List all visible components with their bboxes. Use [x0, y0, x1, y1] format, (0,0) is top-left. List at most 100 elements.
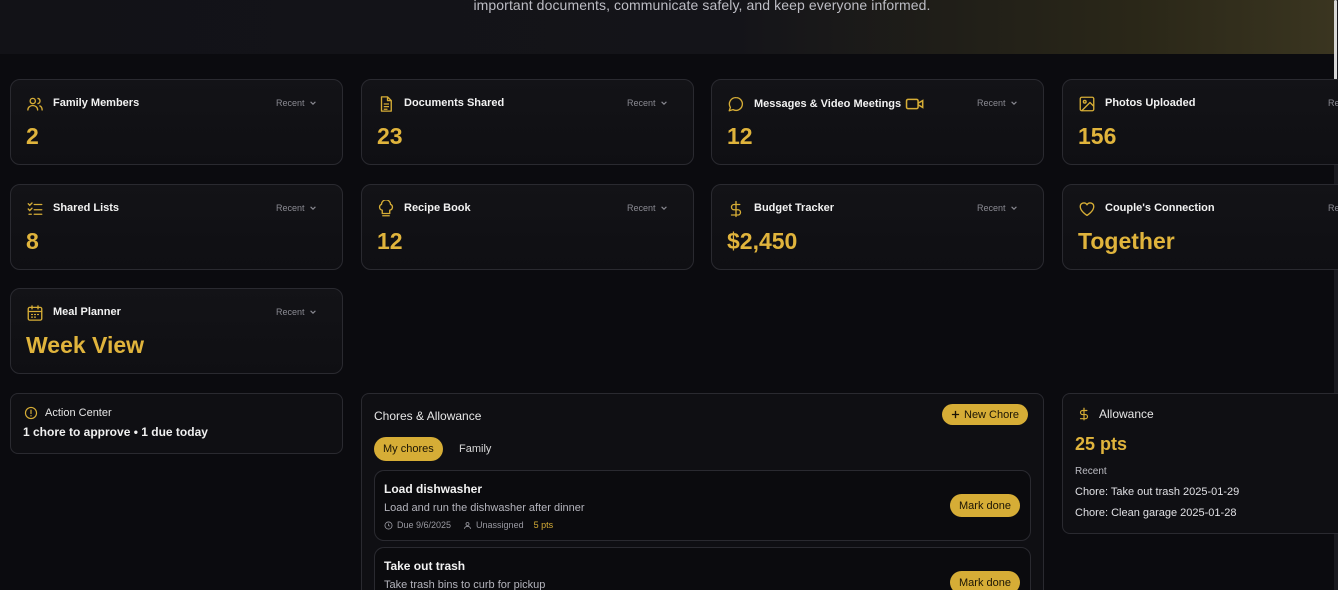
chevron-down-icon — [309, 99, 317, 107]
stat-value: 12 — [727, 123, 753, 149]
action-center-header: Action Center — [24, 406, 112, 420]
stat-value: 2 — [26, 123, 39, 149]
chevron-down-icon — [660, 204, 668, 212]
heart-icon — [1078, 200, 1096, 218]
recent-label: Recent — [1328, 203, 1338, 213]
stat-title: Shared Lists — [53, 202, 120, 214]
stat-card-budget-tracker[interactable]: Budget Tracker Recent $2,450 — [711, 184, 1044, 270]
allowance-panel: Allowance 25 pts Recent Chore: Take out … — [1062, 393, 1338, 534]
chore-assignee: Unassigned — [476, 520, 524, 530]
recent-label: Recent — [627, 98, 656, 108]
mark-done-button[interactable]: Mark done — [950, 494, 1020, 517]
recent-label: Recent — [276, 307, 305, 317]
hero-banner: important documents, communicate safely,… — [0, 0, 1334, 54]
recent-dropdown[interactable]: Recent — [977, 203, 1018, 213]
recent-dropdown[interactable]: Recent — [977, 98, 1018, 108]
chevron-down-icon — [1010, 99, 1018, 107]
stat-title: Family Members — [53, 97, 140, 109]
chore-description: Load and run the dishwasher after dinner — [384, 502, 585, 514]
allowance-entry: Chore: Clean garage 2025-01-28 — [1075, 507, 1237, 519]
chore-points: 5 pts — [533, 520, 554, 530]
recent-dropdown[interactable]: Recent — [627, 203, 668, 213]
chevron-down-icon — [1010, 204, 1018, 212]
plus-icon — [951, 410, 960, 419]
recent-dropdown[interactable]: Recent — [276, 203, 317, 213]
stat-card-meal-planner[interactable]: Meal Planner Recent Week View — [10, 288, 343, 374]
chore-item[interactable]: Take out trash Take trash bins to curb f… — [374, 547, 1031, 590]
image-icon — [1078, 95, 1096, 113]
chores-panel: Chores & Allowance New Chore My chores F… — [361, 393, 1044, 590]
stat-title-text: Messages & Video Meetings — [754, 98, 902, 110]
allowance-recent-label: Recent — [1075, 466, 1107, 477]
clock-icon — [384, 521, 393, 530]
action-center-summary: 1 chore to approve • 1 due today — [23, 425, 208, 439]
stat-value: 156 — [1078, 123, 1117, 149]
allowance-title: Allowance — [1099, 407, 1154, 421]
users-icon — [26, 95, 44, 113]
recent-label: Recent — [977, 203, 1006, 213]
stat-value: Together — [1078, 228, 1175, 254]
chores-title: Chores & Allowance — [374, 409, 482, 423]
recent-label: Recent — [276, 98, 305, 108]
stat-value: 8 — [26, 228, 39, 254]
recent-label: Recent — [1328, 98, 1338, 108]
recent-label: Recent — [977, 98, 1006, 108]
chore-item[interactable]: Load dishwasher Load and run the dishwas… — [374, 470, 1031, 541]
message-icon — [727, 95, 745, 113]
chore-title: Take out trash — [384, 559, 466, 573]
chevron-down-icon — [309, 204, 317, 212]
stat-value: $2,450 — [727, 228, 798, 254]
chore-description: Take trash bins to curb for pickup — [384, 579, 546, 590]
recent-dropdown[interactable]: Recent — [1328, 98, 1338, 108]
stat-title: Couple's Connection — [1105, 202, 1215, 214]
calendar-icon — [26, 304, 44, 322]
stat-value: 23 — [377, 123, 403, 149]
scrollbar-thumb[interactable] — [1334, 0, 1337, 80]
action-center-title: Action Center — [45, 407, 112, 419]
recent-label: Recent — [627, 203, 656, 213]
chevron-down-icon — [309, 308, 317, 316]
stat-card-messages[interactable]: Messages & Video Meetings Recent 12 — [711, 79, 1044, 165]
stat-card-documents-shared[interactable]: Documents Shared Recent 23 — [361, 79, 694, 165]
chef-hat-icon — [377, 200, 395, 218]
mark-done-button[interactable]: Mark done — [950, 571, 1020, 590]
recent-dropdown[interactable]: Recent — [276, 98, 317, 108]
stat-card-family-members[interactable]: Family Members Recent 2 — [10, 79, 343, 165]
recent-dropdown[interactable]: Recent — [627, 98, 668, 108]
stat-title: Meal Planner — [53, 306, 121, 318]
stat-title: Messages & Video Meetings — [754, 97, 925, 111]
dollar-icon — [1077, 407, 1091, 421]
new-chore-button[interactable]: New Chore — [942, 404, 1029, 425]
allowance-header: Allowance — [1077, 407, 1154, 421]
chore-meta: Due 9/6/2025 Unassigned 5 pts — [384, 520, 553, 530]
user-icon — [463, 521, 472, 530]
stat-value: Week View — [26, 332, 145, 358]
chore-title: Load dishwasher — [384, 482, 483, 496]
dollar-icon — [727, 200, 745, 218]
stat-card-photos-uploaded[interactable]: Photos Uploaded Recent 156 — [1062, 79, 1338, 165]
recent-dropdown[interactable]: Recent — [1328, 203, 1338, 213]
recent-dropdown[interactable]: Recent — [276, 307, 317, 317]
stat-title: Documents Shared — [404, 97, 505, 109]
stat-title: Budget Tracker — [754, 202, 835, 214]
list-icon — [26, 200, 44, 218]
chore-due: Due 9/6/2025 — [397, 520, 452, 530]
alert-circle-icon — [24, 406, 38, 420]
stat-title: Recipe Book — [404, 202, 471, 214]
stat-card-shared-lists[interactable]: Shared Lists Recent 8 — [10, 184, 343, 270]
new-chore-label: New Chore — [964, 408, 1020, 421]
stat-card-recipe-book[interactable]: Recipe Book Recent 12 — [361, 184, 694, 270]
recent-label: Recent — [276, 203, 305, 213]
document-icon — [377, 95, 395, 113]
allowance-points: 25 pts — [1075, 434, 1128, 454]
allowance-entry: Chore: Take out trash 2025-01-29 — [1075, 486, 1240, 498]
hero-text: important documents, communicate safely,… — [473, 0, 931, 13]
tab-my-chores[interactable]: My chores — [374, 437, 443, 461]
action-center[interactable]: Action Center 1 chore to approve • 1 due… — [10, 393, 343, 454]
chevron-down-icon — [660, 99, 668, 107]
stat-value: 12 — [377, 228, 403, 254]
tab-family[interactable]: Family — [450, 437, 500, 461]
stat-title: Photos Uploaded — [1105, 97, 1196, 109]
video-camera-icon — [905, 97, 925, 111]
stat-card-couples-connection[interactable]: Couple's Connection Recent Together — [1062, 184, 1338, 270]
